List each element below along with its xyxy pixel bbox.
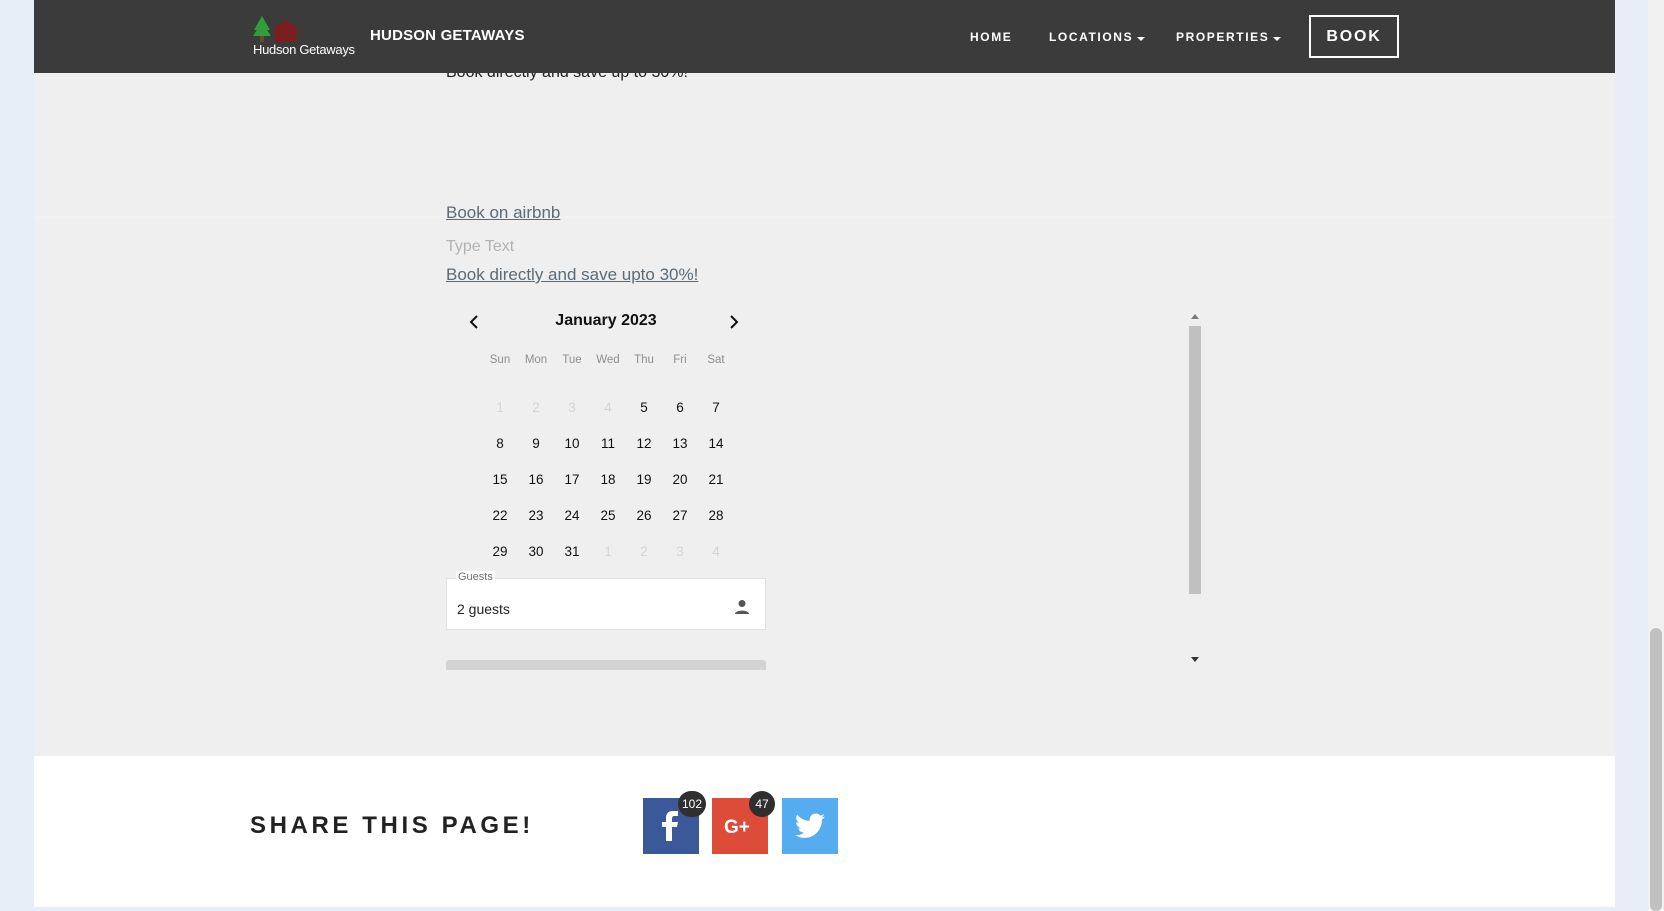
page-scrollbar-thumb[interactable] (1650, 628, 1662, 911)
calendar-day[interactable]: 24 (554, 508, 590, 523)
inner-scrollbar-thumb[interactable] (1189, 326, 1201, 594)
caret-down-icon (1273, 37, 1282, 41)
calendar-day-disabled: 4 (712, 543, 720, 559)
google-plus-icon: G+ (724, 817, 750, 837)
calendar-day[interactable]: 31 (554, 544, 590, 559)
weekday-label: Wed (596, 354, 620, 366)
calendar-day[interactable]: 26 (626, 508, 662, 523)
calendar-day[interactable]: 9 (518, 436, 554, 451)
twitter-share-button[interactable] (782, 798, 838, 854)
calendar-day-disabled: 1 (496, 399, 504, 415)
logo-text: Hudson Getaways (253, 42, 355, 57)
twitter-icon (795, 813, 825, 838)
calendar-week: 15 16 17 18 19 20 21 (482, 461, 734, 497)
weekday-row: Sun Mon Tue Wed Thu Fri Sat (482, 354, 734, 372)
calendar-day[interactable]: 23 (518, 508, 554, 523)
nav-home[interactable]: HOME (970, 30, 1012, 44)
nav-home-label: HOME (970, 30, 1013, 44)
calendar-day-disabled: 3 (568, 399, 576, 415)
calendar-header: January 2023 (446, 308, 766, 332)
calendar-day[interactable]: 22 (482, 508, 518, 523)
weekday-label: Tue (562, 354, 582, 366)
caret-down-icon (1137, 37, 1146, 41)
scroll-down-arrow-icon[interactable] (1191, 657, 1199, 662)
calendar-day[interactable]: 14 (698, 436, 734, 451)
site-logo[interactable]: Hudson Getaways (250, 14, 362, 60)
calendar-day[interactable]: 12 (626, 436, 662, 451)
facebook-share-button[interactable]: 102 (643, 791, 706, 854)
calendar-day[interactable]: 16 (518, 472, 554, 487)
date-picker: January 2023 Sun Mon Tue Wed Thu Fri Sat… (446, 308, 766, 559)
calendar-day[interactable]: 19 (626, 472, 662, 487)
brand-title[interactable]: HUDSON GETAWAYS (370, 27, 525, 44)
calendar-day-disabled: 3 (676, 543, 684, 559)
share-section: SHARE THIS PAGE! 102 G+ 47 (34, 756, 1615, 907)
weekday-label: Fri (673, 354, 687, 366)
guests-field[interactable]: Guests 2 guests (446, 571, 766, 630)
calendar-day[interactable]: 21 (698, 472, 734, 487)
chevron-right-icon[interactable] (724, 312, 744, 332)
calendar-day-disabled: 2 (640, 543, 648, 559)
calendar-day[interactable]: 11 (590, 436, 626, 451)
calendar-day[interactable]: 25 (590, 508, 626, 523)
calendar-day[interactable]: 5 (626, 400, 662, 415)
facebook-share-count: 102 (677, 791, 706, 817)
weekday-label: Sat (707, 354, 725, 366)
calendar-day[interactable]: 10 (554, 436, 590, 451)
book-button[interactable]: BOOK (1309, 15, 1399, 58)
nav-locations[interactable]: LOCATIONS (1049, 30, 1146, 44)
calendar-day[interactable]: 20 (662, 472, 698, 487)
nav-properties-label: PROPERTIES (1176, 30, 1270, 44)
share-title: SHARE THIS PAGE! (250, 812, 534, 839)
site-header: Hudson Getaways HUDSON GETAWAYS HOME LOC… (34, 0, 1615, 73)
weekday-label: Thu (634, 354, 654, 366)
calendar-day[interactable]: 8 (482, 436, 518, 451)
calendar-week: 8 9 10 11 12 13 14 (482, 425, 734, 461)
calendar-day[interactable]: 15 (482, 472, 518, 487)
svg-text:G+: G+ (724, 817, 750, 837)
calendar-day-disabled: 4 (604, 399, 612, 415)
nav-locations-label: LOCATIONS (1049, 30, 1134, 44)
calendar-week: 22 23 24 25 26 27 28 (482, 497, 734, 533)
guests-label: Guests (456, 571, 495, 583)
type-text-field[interactable]: Type Text (446, 238, 514, 256)
calendar-month-title: January 2023 (555, 312, 657, 329)
scroll-up-arrow-icon[interactable] (1191, 314, 1199, 319)
facebook-icon (662, 811, 678, 841)
section-divider (34, 216, 1615, 218)
calendar-day[interactable]: 29 (482, 544, 518, 559)
calendar-day[interactable]: 30 (518, 544, 554, 559)
calendar-day[interactable]: 17 (554, 472, 590, 487)
calendar-day[interactable]: 18 (590, 472, 626, 487)
calendar-day[interactable]: 13 (662, 436, 698, 451)
calendar-week: 1 2 3 4 5 6 7 (482, 389, 734, 425)
book-on-airbnb-link[interactable]: Book on airbnb (446, 203, 560, 223)
guests-value: 2 guests (457, 601, 510, 617)
cabin-tree-icon (253, 16, 300, 42)
calendar-day[interactable]: 27 (662, 508, 698, 523)
calendar-grid: Sun Mon Tue Wed Thu Fri Sat 1 2 3 4 5 6 … (482, 354, 734, 569)
submit-button-partial[interactable] (446, 660, 766, 670)
calendar-day-disabled: 2 (532, 399, 540, 415)
weekday-label: Mon (524, 354, 548, 366)
calendar-day-disabled: 1 (604, 543, 612, 559)
calendar-week: 29 30 31 1 2 3 4 (482, 533, 734, 569)
nav-properties[interactable]: PROPERTIES (1176, 30, 1282, 44)
googleplus-share-count: 47 (749, 791, 775, 817)
person-icon (735, 600, 749, 614)
calendar-day[interactable]: 28 (698, 508, 734, 523)
calendar-day[interactable]: 7 (698, 400, 734, 415)
book-direct-link[interactable]: Book directly and save upto 30%! (446, 265, 698, 285)
googleplus-share-button[interactable]: G+ 47 (712, 791, 775, 854)
calendar-day[interactable]: 6 (662, 400, 698, 415)
weekday-label: Sun (489, 354, 511, 366)
